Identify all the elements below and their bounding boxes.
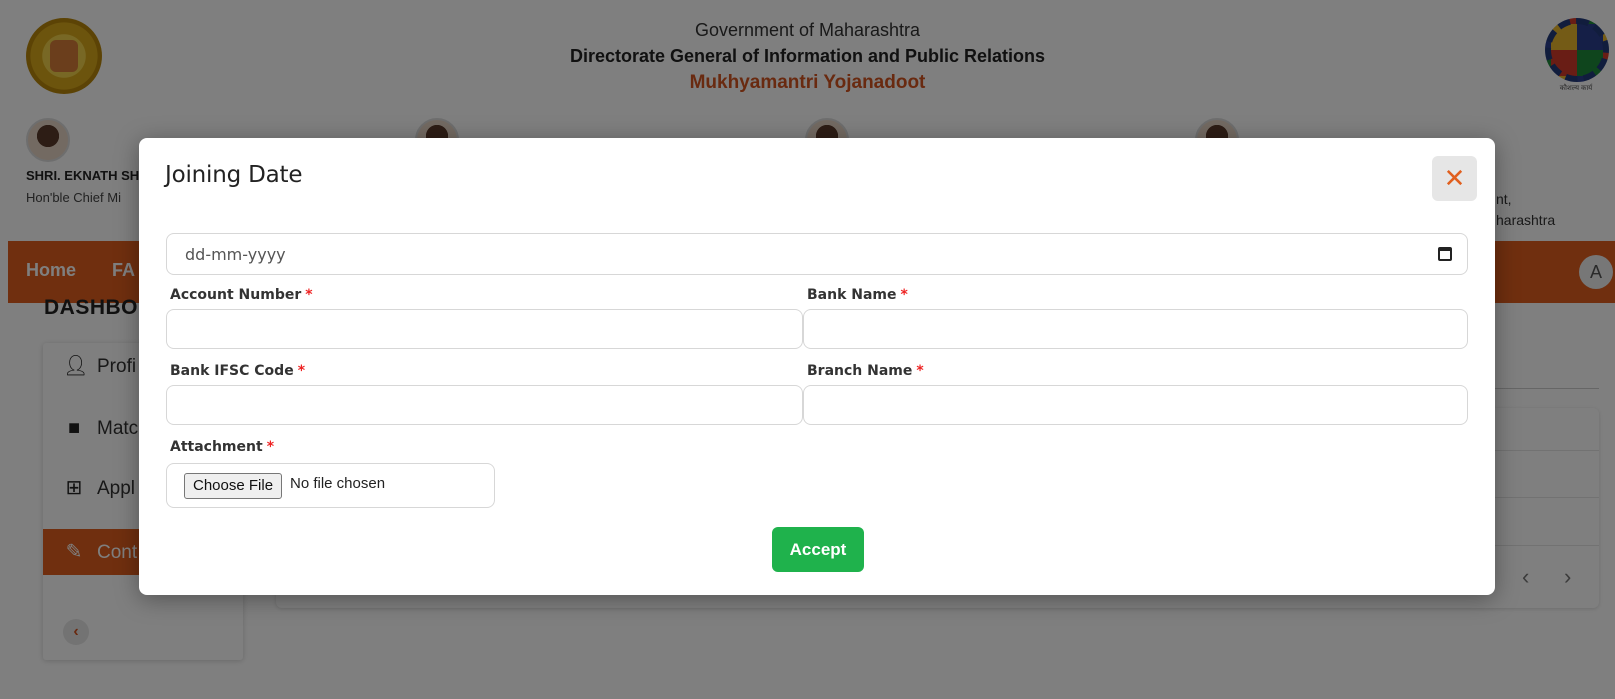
required-marker: * [916,363,924,379]
required-marker: * [266,439,275,455]
account-number-input[interactable] [166,309,803,349]
attachment-file-input[interactable]: Choose File No file chosen [166,463,495,508]
date-placeholder: dd-mm-yyyy [185,245,286,264]
choose-file-button[interactable]: Choose File [184,473,283,499]
account-number-label: Account Number * [170,287,313,303]
modal-title: Joining Date [165,162,303,188]
joining-date-input[interactable]: dd-mm-yyyy [166,233,1468,275]
bank-ifsc-label: Bank IFSC Code * [170,363,306,379]
accept-button[interactable]: Accept [772,527,864,572]
bank-name-input[interactable] [803,309,1468,349]
required-marker: * [297,363,306,379]
close-icon: ✕ [1443,163,1466,193]
close-button[interactable]: ✕ [1432,156,1477,201]
joining-date-modal: Joining Date ✕ dd-mm-yyyy Account Number… [139,138,1495,595]
attachment-label: Attachment * [170,439,275,455]
required-marker: * [900,287,908,303]
calendar-icon[interactable] [1438,247,1452,261]
branch-name-label: Branch Name * [807,363,924,379]
required-marker: * [305,287,313,303]
branch-name-input[interactable] [803,385,1468,425]
bank-name-label: Bank Name * [807,287,908,303]
bank-ifsc-input[interactable] [166,385,803,425]
file-status-text: No file chosen [290,475,386,492]
